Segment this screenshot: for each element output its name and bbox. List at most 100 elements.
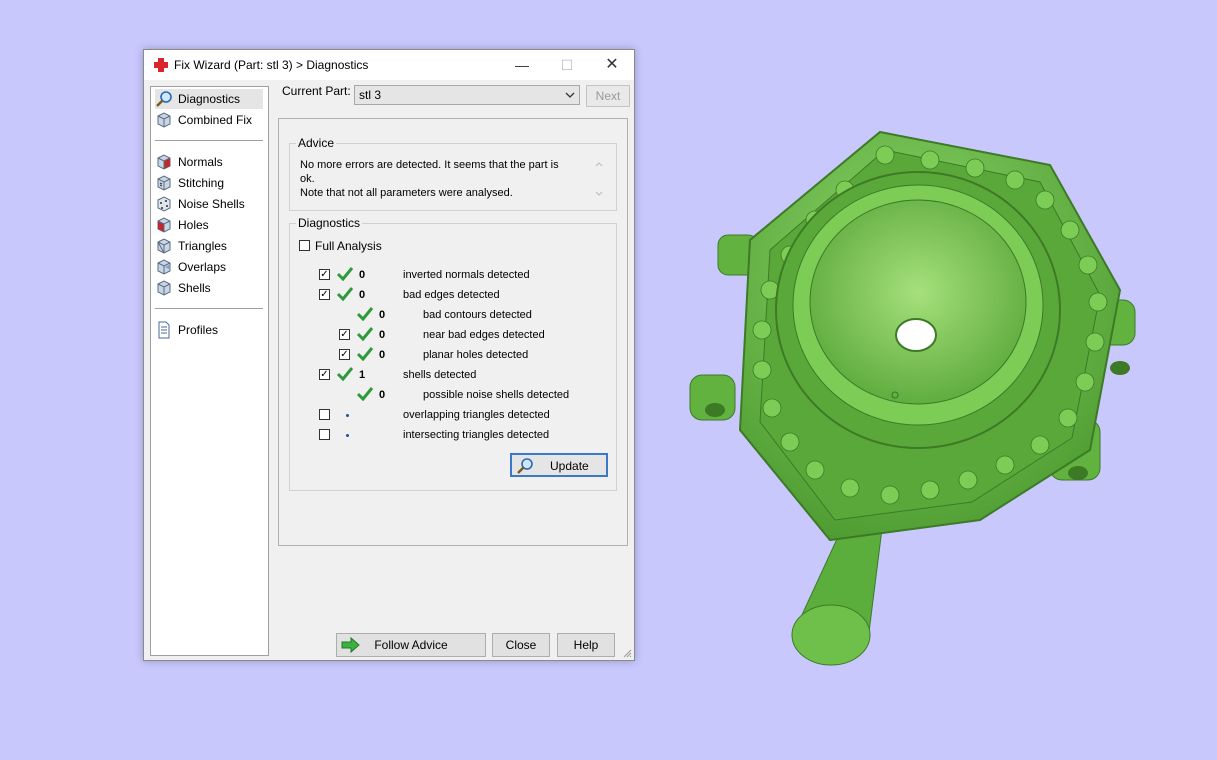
pending-dot-icon [346, 434, 349, 437]
sidebar-item-label: Combined Fix [178, 113, 253, 127]
minimize-button[interactable]: — [499, 50, 545, 80]
shells-label: shells detected [403, 369, 477, 381]
green-check-icon [356, 327, 374, 342]
sidebar-item-label: Noise Shells [178, 197, 245, 211]
update-button-label: Update [550, 459, 589, 473]
window-title: Fix Wizard (Part: stl 3) > Diagnostics [174, 58, 369, 72]
close-button[interactable]: Close [492, 633, 550, 657]
sidebar-item-label: Triangles [178, 239, 227, 253]
bad-edges-count: 0 [359, 289, 366, 301]
sidebar-item-profiles[interactable]: Profiles [155, 320, 263, 340]
scroll-up-icon[interactable] [594, 160, 604, 168]
green-check-icon [336, 287, 354, 302]
inverted-normals-count: 0 [359, 269, 366, 281]
document-icon [158, 321, 170, 339]
advice-scrollbar[interactable] [592, 158, 606, 200]
current-part-value: stl 3 [359, 88, 382, 102]
overlapping-triangles-checkbox[interactable] [319, 409, 330, 420]
advice-line: No more errors are detected. It seems th… [300, 159, 559, 185]
inverted-normals-checkbox[interactable]: ✓ [319, 269, 330, 280]
bad-contours-count: 0 [379, 309, 386, 321]
fix-wizard-window: Fix Wizard (Part: stl 3) > Diagnostics —… [143, 49, 635, 661]
near-bad-edges-label: near bad edges detected [423, 329, 545, 341]
sidebar: Diagnostics Combined Fix Normals Stitchi… [150, 86, 269, 656]
scroll-down-icon[interactable] [594, 190, 604, 198]
green-check-icon [336, 267, 354, 282]
shells-count: 1 [359, 369, 366, 381]
current-part-label: Current Part: [282, 84, 351, 98]
next-button[interactable]: Next [586, 85, 630, 107]
magnifier-icon [517, 458, 533, 474]
green-check-icon [356, 387, 374, 402]
noise-shells-label: possible noise shells detected [423, 389, 570, 401]
normals-cube-icon [157, 154, 171, 170]
diagnostics-group: Diagnostics Full Analysis ✓ 0 inverted n… [289, 216, 617, 491]
sidebar-item-label: Normals [178, 155, 223, 169]
bad-edges-label: bad edges detected [403, 289, 500, 301]
intersecting-triangles-checkbox[interactable] [319, 429, 330, 440]
green-arrow-icon [341, 636, 360, 654]
sidebar-item-triangles[interactable]: Triangles [155, 236, 263, 256]
holes-cube-icon [157, 217, 171, 233]
noise-shells-count: 0 [379, 389, 386, 401]
sidebar-item-shells[interactable]: Shells [155, 278, 263, 298]
sidebar-divider [155, 308, 263, 309]
near-bad-edges-count: 0 [379, 329, 386, 341]
full-analysis-label: Full Analysis [315, 239, 382, 253]
sidebar-item-combined-fix[interactable]: Combined Fix [155, 110, 263, 130]
update-button[interactable]: Update [510, 453, 608, 477]
close-window-button[interactable]: ✕ [589, 50, 635, 80]
sidebar-item-diagnostics[interactable]: Diagnostics [155, 89, 263, 109]
main-panel: Advice No more errors are detected. It s… [278, 118, 628, 546]
intersecting-triangles-label: intersecting triangles detected [403, 429, 550, 441]
cube-icon [157, 112, 171, 128]
shells-checkbox[interactable]: ✓ [319, 369, 330, 380]
diagnostics-title: Diagnostics [296, 216, 363, 230]
full-analysis-checkbox[interactable] [299, 240, 310, 251]
sidebar-item-label: Stitching [178, 176, 225, 190]
near-bad-edges-checkbox[interactable]: ✓ [339, 329, 350, 340]
overlapping-triangles-label: overlapping triangles detected [403, 409, 550, 421]
advice-line: Note that not all parameters were analys… [300, 187, 513, 199]
sidebar-item-label: Profiles [178, 323, 219, 337]
sidebar-item-label: Overlaps [178, 260, 227, 274]
sidebar-item-label: Shells [178, 281, 211, 295]
sidebar-item-label: Diagnostics [178, 92, 241, 106]
shells-cube-icon [157, 280, 171, 296]
current-part-select[interactable]: stl 3 [354, 85, 580, 105]
sidebar-item-noise-shells[interactable]: Noise Shells [155, 194, 263, 214]
follow-advice-label: Follow Advice [374, 638, 448, 652]
follow-advice-button[interactable]: Follow Advice [336, 633, 486, 657]
pending-dot-icon [346, 414, 349, 417]
overlaps-cube-icon [157, 259, 171, 275]
red-cross-icon [154, 58, 168, 72]
planar-holes-count: 0 [379, 349, 386, 361]
bad-edges-checkbox[interactable]: ✓ [319, 289, 330, 300]
resize-grip-icon[interactable] [622, 648, 632, 658]
advice-group: Advice No more errors are detected. It s… [289, 136, 617, 211]
sidebar-item-normals[interactable]: Normals [155, 152, 263, 172]
green-check-icon [356, 307, 374, 322]
green-check-icon [356, 347, 374, 362]
sidebar-item-stitching[interactable]: Stitching [155, 173, 263, 193]
help-button[interactable]: Help [557, 633, 615, 657]
planar-holes-label: planar holes detected [423, 349, 529, 361]
sidebar-divider [155, 140, 263, 141]
magnifier-icon [156, 91, 172, 107]
sidebar-item-label: Holes [178, 218, 209, 232]
planar-holes-checkbox[interactable]: ✓ [339, 349, 350, 360]
3d-part-model[interactable] [680, 120, 1140, 680]
inverted-normals-label: inverted normals detected [403, 269, 530, 281]
maximize-button[interactable]: ☐ [544, 50, 590, 80]
advice-text: No more errors are detected. It seems th… [300, 158, 576, 200]
green-check-icon [336, 367, 354, 382]
noise-shells-icon [157, 196, 171, 212]
stitching-cube-icon [157, 175, 171, 191]
sidebar-item-holes[interactable]: Holes [155, 215, 263, 235]
chevron-down-icon [565, 92, 575, 98]
sidebar-item-overlaps[interactable]: Overlaps [155, 257, 263, 277]
title-bar[interactable]: Fix Wizard (Part: stl 3) > Diagnostics —… [144, 50, 634, 80]
triangles-cube-icon [157, 238, 171, 254]
advice-title: Advice [296, 136, 337, 150]
bad-contours-label: bad contours detected [423, 309, 532, 321]
